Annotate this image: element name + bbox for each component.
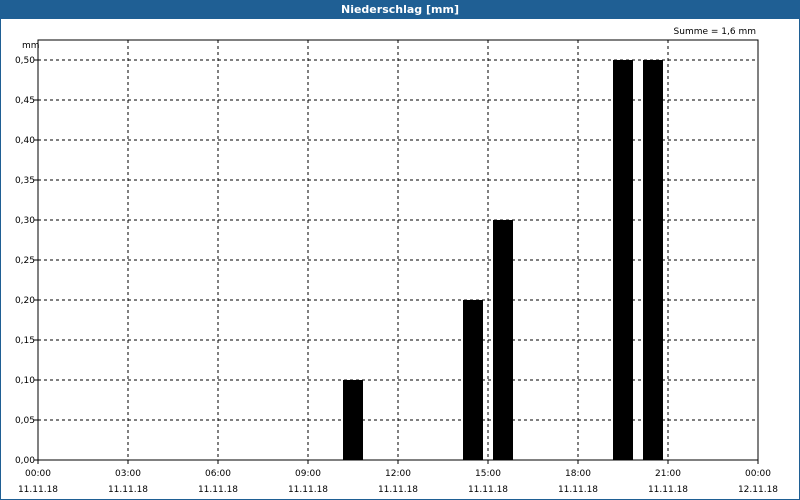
y-tick-label: 0,25 [15, 256, 35, 266]
precipitation-bar [643, 60, 663, 460]
x-tick-time-label: 00:00 [745, 469, 771, 479]
y-axis-ticks: 0,00 0,05 0,10 0,15 0,20 0,25 0,30 0,35 0,40 0,45… [15, 56, 38, 466]
x-tick-date-label: 11.11.18 [288, 485, 328, 495]
y-tick-label: 0,30 [15, 216, 35, 226]
x-tick-date-label: 11.11.18 [378, 485, 418, 495]
x-tick-date-label: 11.11.18 [468, 485, 508, 495]
precipitation-bar [613, 60, 633, 460]
y-tick-label: 0,45 [15, 96, 35, 106]
x-tick-time-label: 00:00 [25, 469, 51, 479]
y-tick-label: 0,05 [15, 416, 35, 426]
x-tick-time-label: 18:00 [565, 469, 591, 479]
y-tick-label: 0,50 [15, 56, 35, 66]
precipitation-bar [493, 220, 513, 460]
x-tick-date-label: 11.11.18 [18, 485, 58, 495]
precipitation-chart: 0,00 0,05 0,10 0,15 0,20 0,25 0,30 0,35 0,40 0,45… [15, 27, 778, 495]
x-axis-ticks: 00:00 11.11.18 03:00 11.11.18 06:00 11.11.18 0… [18, 460, 778, 495]
x-tick-time-label: 15:00 [475, 469, 501, 479]
y-tick-label: 0,35 [15, 176, 35, 186]
x-tick-date-label: 11.11.18 [558, 485, 598, 495]
x-tick-date-label: 11.11.18 [198, 485, 238, 495]
x-tick-date-label: 12.11.18 [738, 485, 778, 495]
x-tick-time-label: 03:00 [115, 469, 141, 479]
y-tick-label: 0,15 [15, 336, 35, 346]
y-tick-label: 0,10 [15, 376, 35, 386]
precipitation-bar [343, 380, 363, 460]
x-tick-time-label: 12:00 [385, 469, 411, 479]
y-tick-label: 0,40 [15, 136, 35, 146]
x-tick-date-label: 11.11.18 [108, 485, 148, 495]
precipitation-bar [463, 300, 483, 460]
x-tick-date-label: 11.11.18 [648, 485, 688, 495]
sum-annotation: Summe = 1,6 mm [674, 27, 756, 37]
y-tick-label: 0,00 [15, 456, 35, 466]
y-tick-label: 0,20 [15, 296, 35, 306]
x-tick-time-label: 06:00 [205, 469, 231, 479]
x-tick-time-label: 09:00 [295, 469, 321, 479]
y-axis-label: mm [22, 41, 40, 51]
x-tick-time-label: 21:00 [655, 469, 681, 479]
